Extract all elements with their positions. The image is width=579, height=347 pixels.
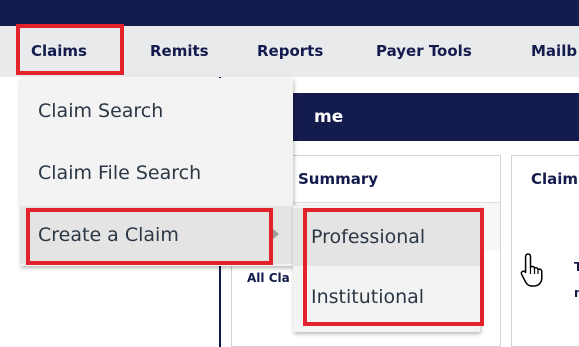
hand-pointer-cursor-icon (520, 253, 543, 287)
claims-panel: Claim T ni (511, 155, 579, 347)
menu-item-label: Claim Search (38, 100, 164, 122)
claims-highlight-box (16, 24, 124, 75)
menu-item-claim-search[interactable]: Claim Search (20, 82, 293, 140)
claims-link-2[interactable]: ni (574, 286, 579, 300)
menu-item-label: Claim File Search (38, 162, 202, 184)
claims-link-1[interactable]: T (574, 260, 579, 274)
nav-remits[interactable]: Remits (150, 26, 209, 77)
all-claims-link[interactable]: All Cla (247, 271, 290, 285)
nav-mailbox[interactable]: Mailb (531, 26, 577, 77)
menu-item-claim-file-search[interactable]: Claim File Search (20, 144, 293, 202)
nav-payer-tools[interactable]: Payer Tools (376, 26, 472, 77)
top-bar (0, 0, 579, 26)
chevron-right-icon (273, 229, 279, 239)
submenu-highlight-box (303, 208, 484, 326)
nav-reports[interactable]: Reports (257, 26, 323, 77)
page-title: me (314, 107, 344, 127)
create-claim-highlight-box (26, 208, 273, 265)
claims-header: Claim (531, 170, 579, 188)
